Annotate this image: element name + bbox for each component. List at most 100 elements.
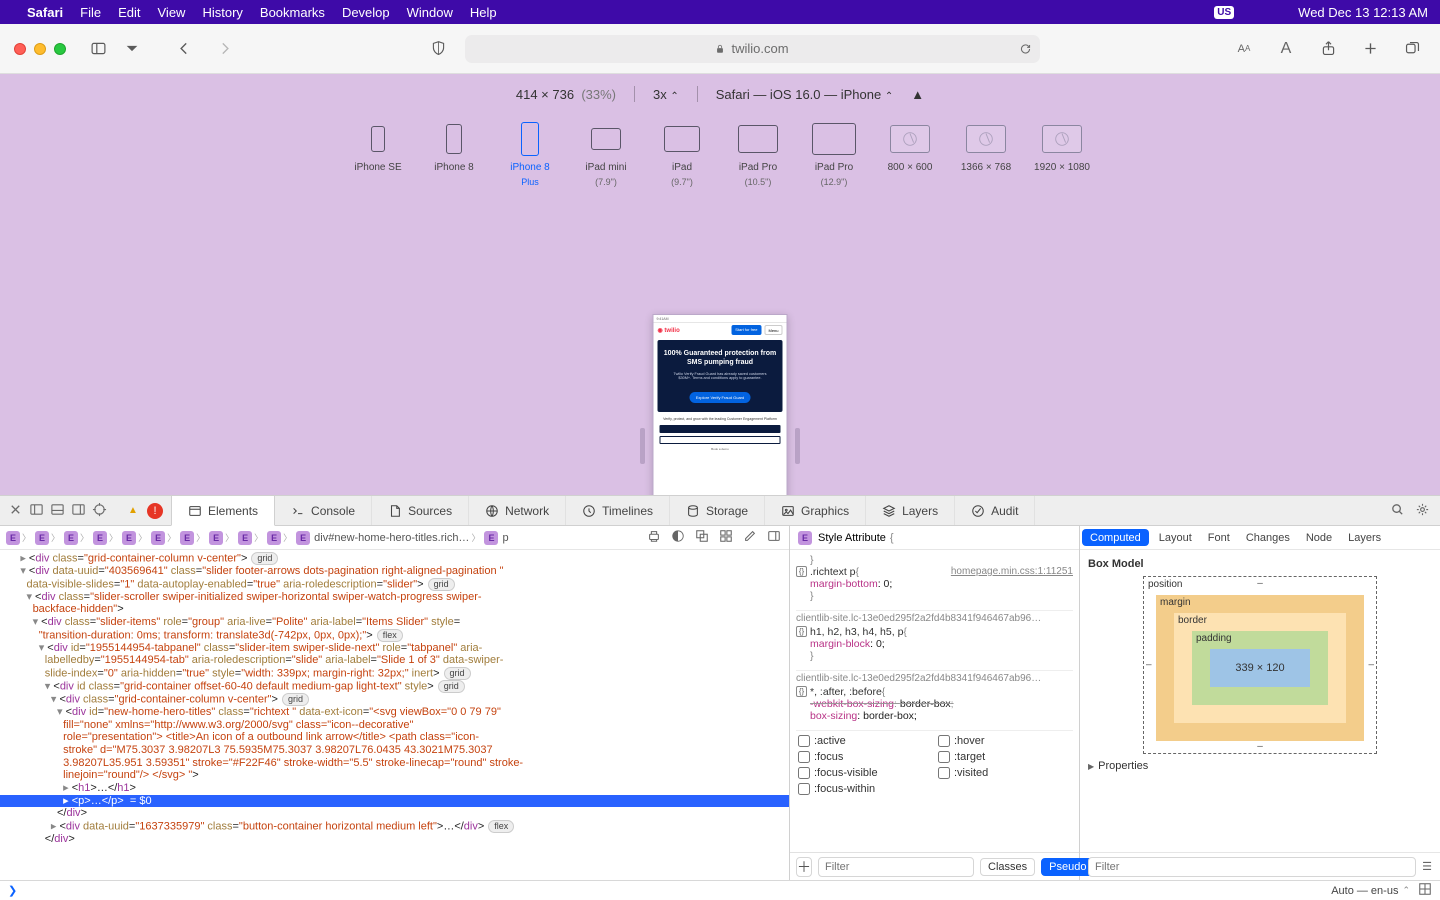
dom-tree[interactable]: ▸ <div class="grid-container-column v-ce… [0,550,789,880]
tab-overview-button[interactable] [1398,36,1426,62]
tab-layers2[interactable]: Layers [1340,526,1389,549]
edit-html-button[interactable] [743,529,757,546]
privacy-report-button[interactable] [424,36,452,62]
menu-bookmarks[interactable]: Bookmarks [260,5,325,20]
rdm-warning-icon[interactable]: ▲ [911,87,924,102]
back-button[interactable] [170,36,198,62]
minimize-window-button[interactable] [34,43,46,55]
element-picker-button[interactable] [92,502,107,520]
app-name[interactable]: Safari [27,5,63,20]
tab-network[interactable]: Network [469,496,566,525]
reader-button[interactable]: AA [1230,36,1258,62]
compositing-button[interactable] [695,529,709,546]
tab-font[interactable]: Font [1200,526,1238,549]
status-language[interactable]: Auto — en-us [1331,885,1398,897]
console-errors-badge[interactable]: ! [147,503,163,519]
console-warnings-badge[interactable]: ▲ [125,503,141,519]
tab-elements[interactable]: Elements [171,496,275,526]
new-tab-button[interactable] [1356,36,1384,62]
properties-heading[interactable]: Properties [1088,760,1432,772]
device-iphone-se[interactable]: iPhone SE [349,120,407,173]
tab-timelines[interactable]: Timelines [566,496,670,525]
reload-icon[interactable] [1019,42,1032,55]
pseudo-visited[interactable]: :visited [938,767,1048,779]
styles-rules[interactable]: } {}.richtext p {homepage.min.css:1:1125… [790,550,1079,852]
preview-hero-cta: Explore Verify Fraud Guard [690,392,750,403]
rdm-device-picker: iPhone SE iPhone 8 iPhone 8Plus iPad min… [0,120,1440,187]
stylesheet-source: clientlib-site.lc-13e0ed295f2a2fd4b8341f… [796,610,1073,626]
status-grid-icon[interactable] [1418,882,1432,899]
sidebar-dropdown-button[interactable] [124,36,140,62]
dock-right-button[interactable] [71,502,86,520]
zoom-window-button[interactable] [54,43,66,55]
pseudo-focus[interactable]: :focus [798,751,908,763]
device-preview[interactable]: 9:41AM ◉ twilio Start for freeMenu 100% … [653,314,788,495]
dom-breadcrumb[interactable]: E〉 E〉 E〉 E〉 E〉 E〉 E〉 E〉 E〉 E〉 Ediv#new-h… [0,526,789,550]
rdm-pixel-ratio[interactable]: 3x ⌃ [653,87,679,102]
box-model-heading[interactable]: Box Model [1088,558,1432,570]
dock-bottom-button[interactable] [50,502,65,520]
styles-filter-input[interactable] [818,857,974,877]
menubar-clock[interactable]: Wed Dec 13 12:13 AM [1298,5,1428,20]
device-ipad-pro-12[interactable]: iPad Pro(12.9") [805,120,863,187]
pseudo-focus-within[interactable]: :focus-within [798,783,908,795]
device-ipad-mini[interactable]: iPad mini(7.9") [577,120,635,187]
menu-history[interactable]: History [202,5,242,20]
tab-storage[interactable]: Storage [670,496,765,525]
device-ipad-pro-10[interactable]: iPad Pro(10.5") [729,120,787,187]
dock-left-button[interactable] [29,502,44,520]
menu-file[interactable]: File [80,5,101,20]
device-iphone-8-plus[interactable]: iPhone 8Plus [501,120,559,187]
rdm-resize-handle-left[interactable] [640,428,645,464]
device-800x600[interactable]: 800 × 600 [881,120,939,173]
close-inspector-button[interactable] [8,502,23,520]
menu-edit[interactable]: Edit [118,5,140,20]
tab-audit[interactable]: Audit [955,496,1035,525]
device-1920x1080[interactable]: 1920 × 1080 [1033,120,1091,173]
pseudo-focus-visible[interactable]: :focus-visible [798,767,908,779]
rdm-user-agent[interactable]: Safari — iOS 16.0 — iPhone ⌃ [716,87,894,102]
tab-sources[interactable]: Sources [372,496,469,525]
tab-console[interactable]: Console [275,496,372,525]
tab-changes[interactable]: Changes [1238,526,1298,549]
inspector-settings-button[interactable] [1415,502,1430,520]
computed-filter-input[interactable] [1088,857,1416,877]
preview-statusbar: 9:41AM [654,315,787,323]
tab-node[interactable]: Node [1298,526,1340,549]
color-scheme-button[interactable] [671,529,685,546]
close-window-button[interactable] [14,43,26,55]
device-1366x768[interactable]: 1366 × 768 [957,120,1015,173]
new-rule-button[interactable]: ＋ [796,857,812,877]
pseudo-hover[interactable]: :hover [938,735,1048,747]
sidebar-toggle-button[interactable] [84,36,112,62]
paint-flashing-button[interactable] [719,529,733,546]
rdm-resize-handle-right[interactable] [795,428,800,464]
show-all-button[interactable]: ☰ [1422,860,1432,873]
rdm-dimensions[interactable]: 414 × 736 (33%) [516,87,616,102]
toggle-right-sidebar-button[interactable] [767,529,781,546]
classes-toggle[interactable]: Classes [980,858,1035,876]
console-prompt-icon[interactable]: ❯ [8,884,17,897]
print-styles-button[interactable] [647,529,661,546]
styles-header: EStyle Attribute{ [790,526,1079,550]
menu-view[interactable]: View [158,5,186,20]
menu-help[interactable]: Help [470,5,497,20]
tab-layers[interactable]: Layers [866,496,955,525]
pseudo-target[interactable]: :target [938,751,1048,763]
pseudo-active[interactable]: :active [798,735,908,747]
menu-develop[interactable]: Develop [342,5,390,20]
tab-graphics[interactable]: Graphics [765,496,866,525]
tab-layout[interactable]: Layout [1151,526,1200,549]
box-model-diagram[interactable]: position – – – – margin – – – – border – [1143,576,1377,754]
device-ipad[interactable]: iPad(9.7") [653,120,711,187]
text-size-button[interactable]: A [1272,36,1300,62]
forward-button[interactable] [210,36,238,62]
menu-window[interactable]: Window [407,5,453,20]
tab-computed[interactable]: Computed [1082,529,1149,546]
address-bar[interactable]: twilio.com [465,35,1040,63]
input-source-badge[interactable]: US [1214,6,1234,19]
inspector-search-button[interactable] [1390,502,1405,520]
stylesheet-link[interactable]: homepage.min.css:1:11251 [951,566,1073,578]
share-button[interactable] [1314,36,1342,62]
device-iphone-8[interactable]: iPhone 8 [425,120,483,173]
